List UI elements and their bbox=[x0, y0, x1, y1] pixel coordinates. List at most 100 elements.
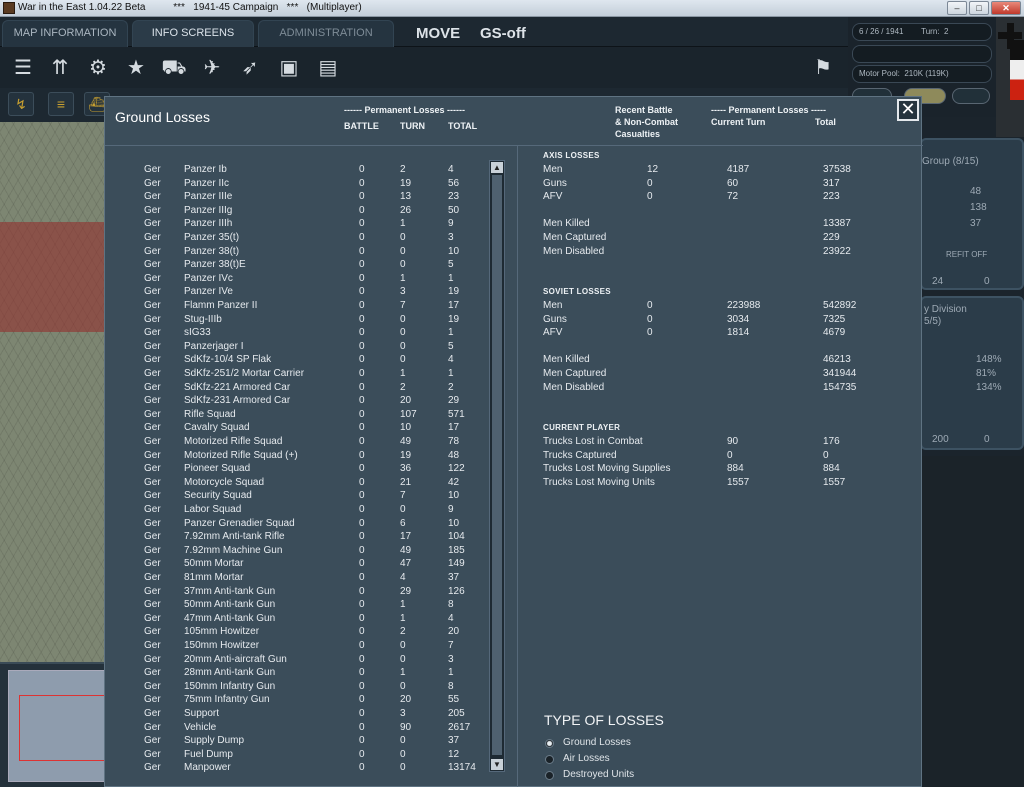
troops-icon[interactable]: ⇈ bbox=[45, 53, 75, 83]
unit-panel-group[interactable]: Group (8/15) 48 138 37 REFIT OFF 24 0 bbox=[920, 138, 1024, 290]
minimap-viewport[interactable] bbox=[19, 695, 105, 761]
document-icon[interactable]: ▤ bbox=[313, 53, 343, 83]
window-close-button[interactable]: ✕ bbox=[991, 1, 1021, 15]
table-row[interactable]: Ger sIG33 0 0 1 bbox=[105, 327, 490, 341]
tab-map-information[interactable]: MAP INFORMATION bbox=[2, 20, 128, 47]
date-turn-field: 6 / 26 / 1941 Turn: 2 bbox=[852, 23, 992, 41]
table-row[interactable]: Ger Motorized Rifle Squad 0 49 78 bbox=[105, 436, 490, 450]
battle-loss-cell: 0 bbox=[359, 476, 365, 488]
list-icon[interactable]: ☰ bbox=[8, 53, 38, 83]
turn-loss-cell: 1 bbox=[400, 272, 406, 284]
loss-type-label: Destroyed Units bbox=[563, 769, 635, 780]
minimize-button[interactable]: – bbox=[947, 1, 967, 15]
table-row[interactable]: Ger Motorized Rifle Squad (+) 0 19 48 bbox=[105, 450, 490, 464]
stat-label: Men bbox=[543, 164, 563, 175]
table-row[interactable]: Ger 37mm Anti-tank Gun 0 29 126 bbox=[105, 586, 490, 600]
tab-info-screens[interactable]: INFO SCREENS bbox=[132, 20, 254, 47]
aircraft-icon[interactable]: ✈ bbox=[197, 53, 227, 83]
nation-cell: Ger bbox=[144, 232, 161, 243]
ground-support-toggle[interactable]: GS-off bbox=[480, 25, 526, 42]
table-row[interactable]: Ger Pioneer Squad 0 36 122 bbox=[105, 463, 490, 477]
rockets-icon[interactable]: ➶ bbox=[235, 53, 265, 83]
scroll-down-arrow-icon[interactable]: ▼ bbox=[491, 759, 503, 770]
table-row[interactable]: Ger Panzer Ib 0 2 4 bbox=[105, 164, 490, 178]
table-row[interactable]: Ger SdKfz-221 Armored Car 0 2 2 bbox=[105, 382, 490, 396]
minimap[interactable] bbox=[8, 670, 106, 782]
table-row[interactable]: Ger 7.92mm Anti-tank Rifle 0 17 104 bbox=[105, 531, 490, 545]
battle-loss-cell: 0 bbox=[359, 708, 365, 719]
table-row[interactable]: Ger Flamm Panzer II 0 7 17 bbox=[105, 300, 490, 314]
table-row[interactable]: Ger Manpower 0 0 13174 bbox=[105, 762, 490, 772]
total-loss-cell: 37 bbox=[448, 572, 460, 583]
equipment-name-cell: 28mm Anti-tank Gun bbox=[184, 667, 276, 679]
equipment-name-cell: Motorized Rifle Squad (+) bbox=[184, 449, 298, 461]
table-row[interactable]: Ger 50mm Mortar 0 47 149 bbox=[105, 558, 490, 572]
stat-total-value: 542892 bbox=[823, 300, 857, 311]
rail-icon[interactable]: ≡ bbox=[48, 92, 74, 116]
list-scrollbar[interactable]: ▲ ▼ bbox=[489, 160, 505, 772]
refit-button[interactable]: REFIT OFF bbox=[946, 250, 987, 259]
table-row[interactable]: Ger Panzer 38(t) 0 0 10 bbox=[105, 246, 490, 260]
map-view[interactable] bbox=[0, 122, 110, 662]
equipment-name-cell: 47mm Anti-tank Gun bbox=[184, 612, 276, 624]
casualty-row: Men Disabled 23922 bbox=[543, 246, 903, 260]
fuel-icon[interactable]: ▣ bbox=[274, 53, 304, 83]
table-row[interactable]: Ger Labor Squad 0 0 9 bbox=[105, 504, 490, 518]
table-row[interactable]: Ger Support 0 3 205 bbox=[105, 708, 490, 722]
radio-button-icon[interactable] bbox=[545, 739, 554, 748]
table-row[interactable]: Ger Supply Dump 0 0 37 bbox=[105, 735, 490, 749]
table-row[interactable]: Ger Panzer 35(t) 0 0 3 bbox=[105, 232, 490, 246]
table-row[interactable]: Ger Cavalry Squad 0 10 17 bbox=[105, 422, 490, 436]
table-row[interactable]: Ger Security Squad 0 7 10 bbox=[105, 490, 490, 504]
table-row[interactable]: Ger Rifle Squad 0 107 571 bbox=[105, 409, 490, 423]
equipment-name-cell: Panzer 35(t) bbox=[184, 232, 240, 243]
tank-icon[interactable]: ⛟ bbox=[159, 53, 189, 83]
scroll-up-arrow-icon[interactable]: ▲ bbox=[491, 162, 503, 173]
radio-button-icon[interactable] bbox=[545, 771, 554, 780]
equipment-name-cell: Panzer IVc bbox=[184, 272, 233, 284]
total-loss-cell: 126 bbox=[448, 585, 465, 597]
table-row[interactable]: Ger Panzer IVe 0 3 19 bbox=[105, 286, 490, 300]
table-row[interactable]: Ger Panzer IIIg 0 26 50 bbox=[105, 205, 490, 219]
axis-losses-title: AXIS LOSSES bbox=[543, 151, 600, 160]
division-label: y Division bbox=[924, 304, 967, 315]
table-row[interactable]: Ger 105mm Howitzer 0 2 20 bbox=[105, 626, 490, 640]
table-row[interactable]: Ger 20mm Anti-aircraft Gun 0 0 3 bbox=[105, 654, 490, 668]
move-path-icon[interactable]: ↯ bbox=[8, 92, 34, 116]
table-row[interactable]: Ger Panzer IIIe 0 13 23 bbox=[105, 191, 490, 205]
table-row[interactable]: Ger 50mm Anti-tank Gun 0 1 8 bbox=[105, 599, 490, 613]
table-row[interactable]: Ger 150mm Howitzer 0 0 7 bbox=[105, 640, 490, 654]
star-icon[interactable]: ★ bbox=[121, 53, 151, 83]
table-row[interactable]: Ger Vehicle 0 90 2617 bbox=[105, 722, 490, 736]
table-row[interactable]: Ger SdKfz-231 Armored Car 0 20 29 bbox=[105, 395, 490, 409]
table-row[interactable]: Ger Panzerjager I 0 0 5 bbox=[105, 341, 490, 355]
table-row[interactable]: Ger 81mm Mortar 0 4 37 bbox=[105, 572, 490, 586]
turn-loss-cell: 49 bbox=[400, 544, 412, 556]
table-row[interactable]: Ger Panzer IIIh 0 1 9 bbox=[105, 218, 490, 232]
table-row[interactable]: Ger SdKfz-251/2 Mortar Carrier 0 1 1 bbox=[105, 368, 490, 382]
equipment-name-cell: Flamm Panzer II bbox=[184, 300, 258, 311]
equipment-name-cell: Panzer IIIh bbox=[184, 218, 233, 230]
unit-panel-division[interactable]: y Division 5/5) 148% 81% 134% 200 0 bbox=[920, 296, 1024, 450]
table-row[interactable]: Ger 47mm Anti-tank Gun 0 1 4 bbox=[105, 613, 490, 627]
table-row[interactable]: Ger Panzer IVc 0 1 1 bbox=[105, 273, 490, 287]
table-row[interactable]: Ger SdKfz-10/4 SP Flak 0 0 4 bbox=[105, 354, 490, 368]
radio-button-icon[interactable] bbox=[545, 755, 554, 764]
flag-icon[interactable]: ⚑ bbox=[808, 53, 838, 83]
table-row[interactable]: Ger Panzer Grenadier Squad 0 6 10 bbox=[105, 518, 490, 532]
table-row[interactable]: Ger 150mm Infantry Gun 0 0 8 bbox=[105, 681, 490, 695]
table-row[interactable]: Ger Panzer IIc 0 19 56 bbox=[105, 178, 490, 192]
maximize-button[interactable]: □ bbox=[969, 1, 989, 15]
gear-icon[interactable]: ⚙ bbox=[83, 53, 113, 83]
table-row[interactable]: Ger 28mm Anti-tank Gun 0 1 1 bbox=[105, 667, 490, 681]
table-row[interactable]: Ger Panzer 38(t)E 0 0 5 bbox=[105, 259, 490, 273]
close-button[interactable]: ✕ bbox=[897, 99, 919, 121]
tab-administration[interactable]: ADMINISTRATION bbox=[258, 20, 394, 47]
table-row[interactable]: Ger Fuel Dump 0 0 12 bbox=[105, 749, 490, 763]
scroll-thumb[interactable] bbox=[492, 175, 502, 755]
table-row[interactable]: Ger Motorcycle Squad 0 21 42 bbox=[105, 477, 490, 491]
control-pill-right[interactable] bbox=[952, 88, 990, 104]
table-row[interactable]: Ger 75mm Infantry Gun 0 20 55 bbox=[105, 694, 490, 708]
table-row[interactable]: Ger 7.92mm Machine Gun 0 49 185 bbox=[105, 545, 490, 559]
table-row[interactable]: Ger Stug-IIIb 0 0 19 bbox=[105, 314, 490, 328]
